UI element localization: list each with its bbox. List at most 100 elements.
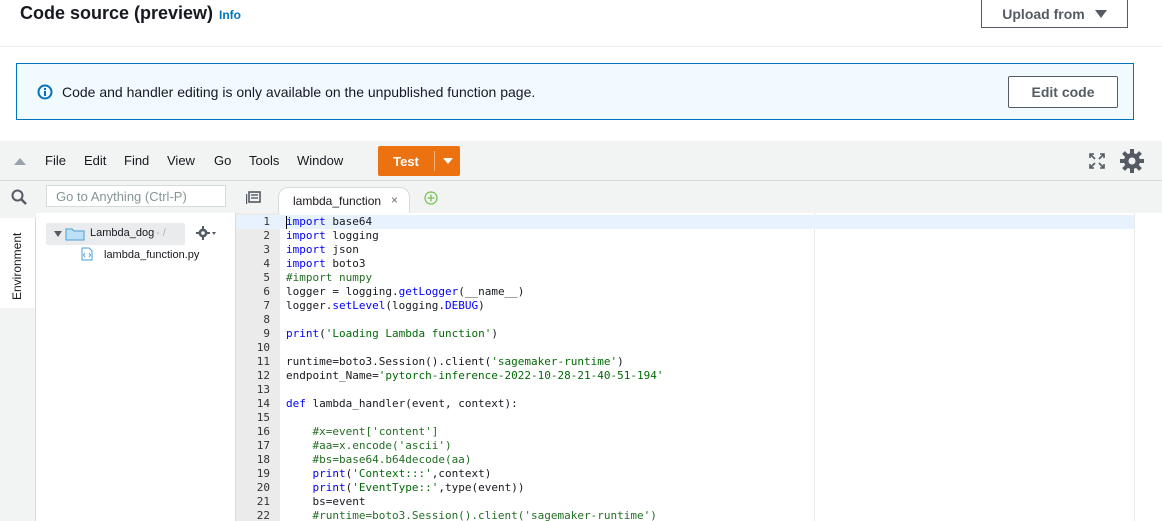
text-cursor [286,216,287,229]
page-title: Code source (preview) [20,3,214,23]
line-number: 4 [263,257,270,270]
environment-tab-label: Environment [10,232,24,300]
line-text: print('Context:::',context) [312,467,492,480]
tab-list-icon[interactable] [246,191,262,205]
menu-go[interactable]: Go [214,153,231,168]
line-number: 21 [256,495,270,508]
editor-scrollbar[interactable] [1134,213,1162,521]
code-line[interactable]: 2 import logging [236,229,1134,243]
line-number: 9 [263,327,270,340]
code-line[interactable]: 14 def lambda_handler(event, context): [236,397,1134,411]
menu-find[interactable]: Find [124,153,149,168]
goto-anything-input[interactable] [46,185,226,207]
goto-search-row [0,181,236,213]
line-number: 1 [263,215,270,228]
upload-from-label: Upload from [1002,5,1085,22]
python-file-icon [81,247,93,261]
line-number: 6 [263,285,270,298]
line-number: 12 [256,369,270,382]
expand-triangle-icon[interactable] [54,231,62,237]
info-link[interactable]: Info [219,8,241,22]
code-line[interactable]: 3 import json [236,243,1134,257]
page-header: Code source (preview) Info Upload from [0,0,1162,46]
line-text: print('Loading Lambda function') [286,327,498,340]
code-line[interactable]: 22 #runtime=boto3.Session().client('sage… [236,509,1134,521]
code-line[interactable]: 1 import base64 [236,215,1134,229]
code-line[interactable]: 8 [236,313,1134,327]
add-tab-icon[interactable] [424,191,438,205]
menu-view[interactable]: View [167,153,195,168]
alert-message: Code and handler editing is only availab… [62,84,536,100]
environment-tab[interactable]: Environment [0,218,36,308]
line-text: logger.setLevel(logging.DEBUG) [286,299,485,312]
line-text: endpoint_Name='pytorch-inference-2022-10… [286,369,664,382]
line-text: import boto3 [286,257,366,270]
test-button-label: Test [393,153,419,169]
file-name: lambda_function.py [104,249,200,261]
tab-lambda-function[interactable]: lambda_function × [278,187,410,213]
line-number: 13 [256,383,270,396]
settings-gear-icon[interactable] [1119,148,1145,174]
menu-window[interactable]: Window [297,153,343,168]
sidebar-strip [0,308,36,521]
code-line[interactable]: 7 logger.setLevel(logging.DEBUG) [236,299,1134,313]
line-text: #aa=x.encode('ascii') [286,439,452,452]
code-line[interactable]: 18 #bs=base64.b64decode(aa) [236,453,1134,467]
code-line[interactable]: 20 print('EventType::',type(event)) [236,481,1134,495]
code-line[interactable]: 12 endpoint_Name='pytorch-inference-2022-… [236,369,1134,383]
line-number: 20 [256,481,270,494]
code-line[interactable]: 16 #x=event['content'] [236,425,1134,439]
close-icon[interactable]: × [391,193,398,207]
folder-icon [65,228,85,241]
info-alert: Code and handler editing is only availab… [16,63,1134,120]
line-text: import json [286,243,359,256]
line-number: 5 [263,271,270,284]
file-tree: Lambda_dog - / lambda_function.py [36,213,236,521]
line-number: 14 [256,397,270,410]
upload-from-button[interactable]: Upload from [981,0,1128,28]
tree-folder-lambda-dog[interactable]: Lambda_dog - / [46,223,185,245]
code-line[interactable]: 19 print('Context:::',context) [236,467,1134,481]
header-divider [0,46,1162,47]
code-line[interactable]: 5 #import numpy [236,271,1134,285]
edit-code-button[interactable]: Edit code [1008,76,1118,108]
code-line[interactable]: 11 runtime=boto3.Session().client('sagema… [236,355,1134,369]
info-circle-icon [37,84,53,100]
line-text: #x=event['content'] [286,425,439,438]
line-number: 19 [256,467,270,480]
line-text: #bs=base64.b64decode(aa) [286,453,472,466]
collapse-toggle-icon[interactable] [14,158,26,165]
code-line[interactable]: 13 [236,383,1134,397]
tab-label: lambda_function [293,194,382,208]
code-line[interactable]: 15 [236,411,1134,425]
menu-tools[interactable]: Tools [249,153,279,168]
menu-edit[interactable]: Edit [84,153,106,168]
menu-file[interactable]: File [45,153,66,168]
ide-menu-bar: File Edit Find View Go Tools Window Test [0,141,1162,181]
line-text: logger = logging.getLogger(__name__) [286,285,525,298]
test-dropdown-toggle[interactable] [435,146,460,176]
caret-down-icon [1094,9,1107,18]
line-number: 8 [263,313,270,326]
code-ide: File Edit Find View Go Tools Window Test [0,141,1162,521]
code-editor[interactable]: 1 import base64 2 import logging 3 import jso… [236,213,1134,521]
code-line[interactable]: 6 logger = logging.getLogger(__name__) [236,285,1134,299]
code-line[interactable]: 9 print('Loading Lambda function') [236,327,1134,341]
tree-settings-gear-icon[interactable] [196,225,218,241]
line-number: 2 [263,229,270,242]
line-number: 10 [256,341,270,354]
line-text: runtime=boto3.Session().client('sagemake… [286,355,624,368]
code-line[interactable]: 21 bs=event [236,495,1134,509]
test-button[interactable]: Test [378,146,460,176]
line-number: 16 [256,425,270,438]
caret-down-icon [442,158,453,164]
code-line[interactable]: 10 [236,341,1134,355]
code-line[interactable]: 17 #aa=x.encode('ascii') [236,439,1134,453]
code-line[interactable]: 4 import boto3 [236,257,1134,271]
line-text: bs=event [286,495,366,508]
editor-tab-bar: lambda_function × [236,181,1162,213]
line-number: 11 [256,355,270,368]
fullscreen-icon[interactable] [1088,152,1106,170]
folder-path: - / [156,227,166,239]
line-number: 17 [256,439,270,452]
